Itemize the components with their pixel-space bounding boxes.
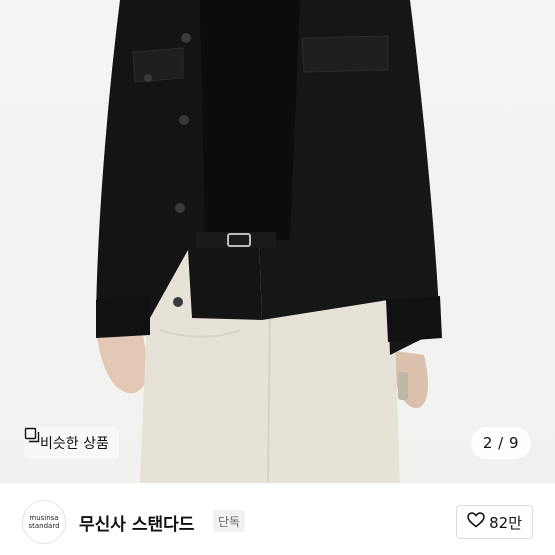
jacket-button [179, 115, 189, 125]
product-photo-illustration [96, 0, 442, 483]
jacket-button [173, 297, 183, 307]
like-count: 82만 [489, 513, 522, 532]
brand-bar: musinsa standard 무신사 스탠다드 단독 82만 [0, 483, 555, 555]
jacket-button [175, 203, 185, 213]
similar-products-button[interactable]: 비슷한 상품 [24, 427, 119, 459]
watch [398, 372, 408, 400]
logo-line-1: musinsa [29, 514, 59, 522]
exclusive-badge: 단독 [213, 510, 246, 532]
product-image[interactable]: 비슷한 상품 2 / 9 [0, 0, 555, 483]
brand-logo[interactable]: musinsa standard [22, 500, 66, 544]
image-counter: 2 / 9 [470, 427, 531, 459]
like-button[interactable]: 82만 [456, 505, 533, 539]
similar-products-label: 비슷한 상품 [40, 436, 109, 452]
jacket-button [181, 33, 191, 43]
brand-name-link[interactable]: 무신사 스탠다드 [79, 510, 194, 535]
logo-line-2: standard [28, 522, 60, 530]
heart-icon [467, 512, 485, 532]
inner-shirt [200, 0, 300, 240]
